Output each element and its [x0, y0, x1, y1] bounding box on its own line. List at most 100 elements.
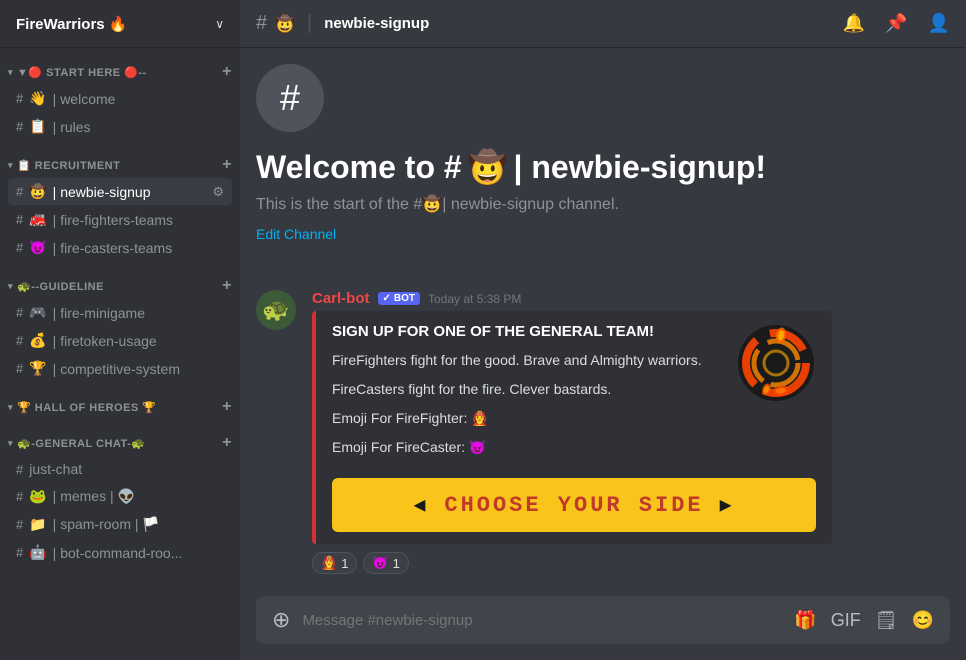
channel-item-welcome[interactable]: # 👋 | welcome	[8, 85, 232, 112]
embed-text: SIGN UP FOR ONE OF THE GENERAL TEAM! Fir…	[332, 323, 724, 466]
welcome-title-emoji: 🤠	[468, 148, 508, 186]
channel-item-competitive-system[interactable]: #🏆| competitive-system	[8, 355, 232, 382]
gif-icon[interactable]: GIF	[831, 610, 861, 631]
message-header: Carl-bot ✓ BOT Today at 5:38 PM	[312, 290, 950, 307]
add-channel-icon[interactable]: +	[222, 435, 232, 451]
embed-emoji-firefighter: Emoji For FireFighter: 👩‍🚒	[332, 408, 724, 429]
category-header-general-chat[interactable]: ▾ 🐢-GENERAL CHAT-🐢 +	[0, 419, 240, 455]
hash-icon: #	[16, 305, 23, 320]
channel-name: | spam-room | 🏳️	[53, 516, 160, 533]
channel-item-fire-minigame[interactable]: # 🎮 | fire-minigame	[8, 299, 232, 326]
channel-name: | memes | 👽	[53, 488, 135, 505]
category-recruitment: ▾📋 RECRUITMENT+#🤠| newbie-signup⚙#🚒| fir…	[0, 141, 240, 261]
hash-icon: #	[16, 91, 23, 106]
add-channel-icon[interactable]: +	[222, 399, 232, 415]
channel-item-spam-room[interactable]: # 📁 | spam-room | 🏳️	[8, 511, 232, 538]
sticker-icon[interactable]: 🗒	[875, 610, 898, 631]
channel-emoji: 💰	[29, 332, 46, 349]
reactions: 👩‍🚒 1 😈 1	[312, 552, 950, 574]
message-input[interactable]	[302, 612, 782, 629]
channel-name: | fire-minigame	[53, 305, 145, 321]
category-label: 📋 RECRUITMENT	[17, 159, 120, 172]
reaction-firecaster-emoji: 😈	[372, 555, 388, 571]
bot-badge-label: BOT	[394, 293, 415, 304]
sidebar: FireWarriors 🔥 ∨ ▾▼🔴 START HERE 🔴--+ # 👋 | …	[0, 0, 240, 660]
add-channel-icon[interactable]: +	[222, 157, 232, 173]
message-input-area: ⊕ 🎁 GIF 🗒 😊	[240, 596, 966, 660]
hash-icon: #	[16, 489, 23, 504]
gift-icon[interactable]: 🎁	[794, 610, 816, 631]
channel-item-rules[interactable]: #📋| rules	[8, 113, 232, 140]
hash-icon: #	[16, 240, 23, 255]
channel-item-fire-casters-teams[interactable]: #😈| fire-casters-teams	[8, 234, 232, 261]
category-start-here: ▾▼🔴 START HERE 🔴--+# 👋 | welcome# 📋 | rules	[0, 48, 240, 140]
pin-icon[interactable]: 📌	[885, 13, 907, 34]
category-header-guideline[interactable]: ▾🐢--GUIDELINE+	[0, 262, 240, 298]
choose-side-label: CHOOSE YOUR SIDE	[444, 493, 703, 518]
bot-badge: ✓ BOT	[378, 292, 421, 305]
add-channel-icon[interactable]: +	[222, 64, 232, 80]
embed-inner: SIGN UP FOR ONE OF THE GENERAL TEAM! Fir…	[332, 323, 816, 466]
chevron-icon: ▾	[8, 438, 13, 449]
channel-name: | fire-fighters-teams	[53, 212, 173, 228]
channel-name: | rules	[53, 119, 91, 135]
notification-bell-icon[interactable]: 🔔	[843, 13, 865, 34]
channel-item-newbie-signup[interactable]: #🤠| newbie-signup⚙	[8, 178, 232, 205]
channel-item-firetoken-usage[interactable]: #💰| firetoken-usage	[8, 327, 232, 354]
channel-name: | welcome	[53, 91, 116, 107]
chevron-down-icon: ∨	[215, 17, 224, 31]
reaction-firefighter[interactable]: 👩‍🚒 1	[312, 552, 357, 574]
channel-emoji: 📁	[29, 516, 46, 533]
welcome-title-suffix: | newbie-signup!	[514, 149, 767, 186]
channel-emoji: 📋	[29, 118, 46, 135]
embed: SIGN UP FOR ONE OF THE GENERAL TEAM! Fir…	[312, 311, 832, 544]
server-header[interactable]: FireWarriors 🔥 ∨	[0, 0, 240, 48]
channel-name: just-chat	[29, 461, 82, 477]
channel-emoji: 🚒	[29, 211, 46, 228]
input-icons: 🎁 GIF 🗒 😊	[794, 610, 934, 631]
emoji-icon[interactable]: 😊	[912, 610, 934, 631]
members-icon[interactable]: 👤	[928, 13, 950, 34]
category-label: 🐢-GENERAL CHAT-🐢	[17, 437, 145, 450]
reaction-firefighter-emoji: 👩‍🚒	[321, 555, 337, 571]
hash-icon: #	[16, 517, 23, 532]
add-attachment-icon[interactable]: ⊕	[272, 607, 290, 633]
channel-emoji: 🎮	[29, 304, 46, 321]
reaction-firefighter-count: 1	[341, 556, 348, 571]
edit-channel-link[interactable]: Edit Channel	[256, 226, 336, 242]
category-guideline: ▾🐢--GUIDELINE+ # 🎮 | fire-minigame #💰| firet…	[0, 262, 240, 382]
channel-emoji: 😈	[29, 239, 46, 256]
welcome-subtitle-emoji: 🤠	[422, 196, 442, 213]
channel-item-memes[interactable]: #🐸| memes | 👽	[8, 483, 232, 510]
checkmark-icon: ✓	[383, 293, 391, 304]
embed-title: SIGN UP FOR ONE OF THE GENERAL TEAM!	[332, 323, 724, 340]
add-channel-icon[interactable]: +	[222, 278, 232, 294]
channel-item-fire-fighters-teams[interactable]: #🚒| fire-fighters-teams	[8, 206, 232, 233]
embed-description-2: FireCasters fight for the fire. Clever b…	[332, 379, 724, 400]
top-bar-channel-name: newbie-signup	[324, 15, 429, 32]
top-bar: # 🤠 | newbie-signup 🔔 📌 👤	[240, 0, 966, 48]
channel-emoji: 👋	[29, 90, 46, 107]
welcome-title-prefix: Welcome to #	[256, 149, 462, 186]
hash-icon: #	[256, 12, 267, 35]
channel-emoji: 🏆	[29, 360, 46, 377]
message-input-box: ⊕ 🎁 GIF 🗒 😊	[256, 596, 950, 644]
category-header-recruitment[interactable]: ▾📋 RECRUITMENT+	[0, 141, 240, 177]
chevron-icon: ▾	[8, 402, 13, 413]
category-header-hall-of-heroes[interactable]: ▾🏆 HALL OF HEROES 🏆+	[0, 383, 240, 419]
reaction-firecaster[interactable]: 😈 1	[363, 552, 408, 574]
settings-icon[interactable]: ⚙	[212, 184, 224, 200]
reaction-firecaster-count: 1	[393, 556, 400, 571]
category-header-start-here[interactable]: ▾▼🔴 START HERE 🔴--+	[0, 48, 240, 84]
choose-side-button[interactable]: ◀ CHOOSE YOUR SIDE ▶	[332, 478, 816, 532]
channel-name: | competitive-system	[53, 361, 180, 377]
channel-name: | bot-command-roo...	[53, 545, 183, 561]
embed-description-1: FireFighters fight for the good. Brave a…	[332, 350, 724, 371]
chevron-icon: ▾	[8, 67, 13, 78]
channel-item-just-chat[interactable]: # just-chat	[8, 456, 232, 482]
fire-ring-image	[736, 323, 816, 403]
message-timestamp: Today at 5:38 PM	[428, 292, 521, 306]
channel-item-bot-command-roo[interactable]: #🤖| bot-command-roo...	[8, 539, 232, 566]
top-bar-icons: 🔔 📌 👤	[843, 13, 950, 34]
hash-icon: #	[16, 462, 23, 477]
